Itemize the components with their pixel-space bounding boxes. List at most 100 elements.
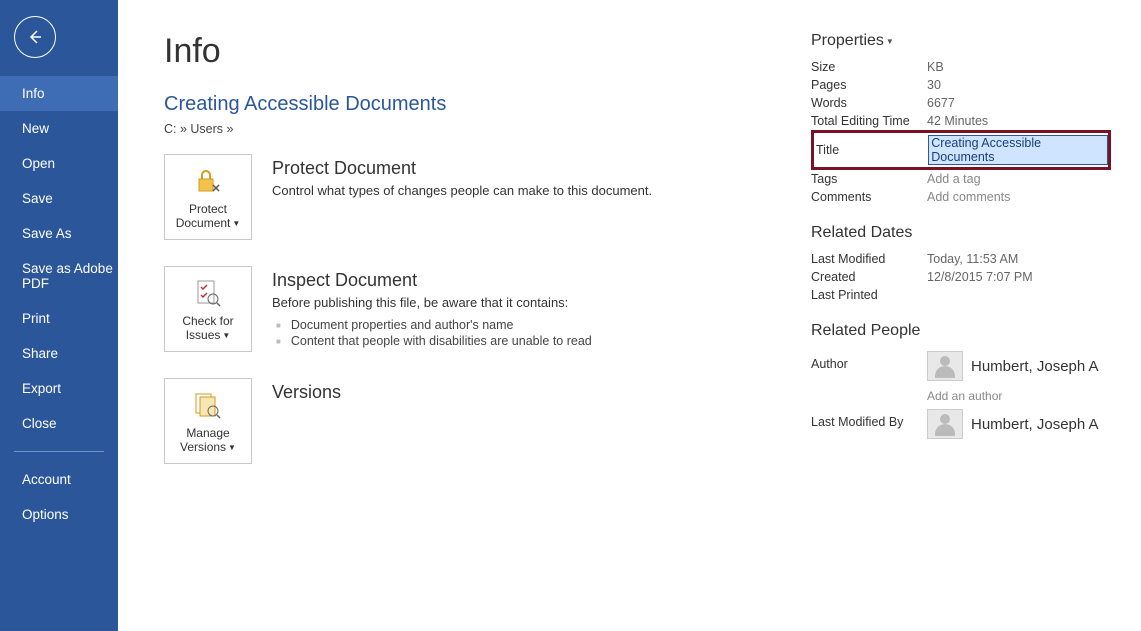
prop-label: Tags bbox=[811, 172, 927, 186]
versions-section: Manage Versions▼ Versions bbox=[164, 378, 811, 464]
properties-dropdown[interactable]: Properties▼ bbox=[811, 32, 1111, 50]
prop-value: 30 bbox=[927, 78, 941, 92]
nav-separator bbox=[14, 451, 104, 452]
backstage-view: Info New Open Save Save As Save as Adobe… bbox=[0, 0, 1141, 631]
avatar-icon bbox=[927, 409, 963, 439]
chevron-down-icon: ▼ bbox=[228, 443, 236, 453]
nav-label: Open bbox=[22, 156, 55, 171]
people-label: Last Modified By bbox=[811, 409, 927, 429]
inspect-section: Check for Issues▼ Inspect Document Befor… bbox=[164, 266, 811, 352]
nav-item-info[interactable]: Info bbox=[0, 76, 118, 111]
lock-icon bbox=[193, 164, 223, 198]
related-people-heading: Related People bbox=[811, 322, 1111, 340]
prop-row-comments: Comments Add comments bbox=[811, 188, 1111, 206]
checklist-icon bbox=[193, 276, 223, 310]
nav-item-print[interactable]: Print bbox=[0, 301, 118, 336]
nav-label: Info bbox=[22, 86, 45, 101]
document-title: Creating Accessible Documents bbox=[164, 93, 811, 116]
nav-label: Save bbox=[22, 191, 53, 206]
date-label: Created bbox=[811, 270, 927, 284]
nav-label: New bbox=[22, 121, 49, 136]
people-row-author: Author Humbert, Joseph A Add an author bbox=[811, 348, 1111, 406]
protect-heading: Protect Document bbox=[272, 158, 652, 179]
nav-label: Account bbox=[22, 472, 71, 487]
manage-versions-label: Manage Versions bbox=[180, 426, 230, 454]
date-value: 12/8/2015 7:07 PM bbox=[927, 270, 1033, 284]
prop-label: Pages bbox=[811, 78, 927, 92]
nav-label: Close bbox=[22, 416, 57, 431]
prop-label: Words bbox=[811, 96, 927, 110]
date-value: Today, 11:53 AM bbox=[927, 252, 1018, 266]
manage-versions-button[interactable]: Manage Versions▼ bbox=[164, 378, 252, 464]
date-label: Last Modified bbox=[811, 252, 927, 266]
nav-item-save-as-adobe-pdf[interactable]: Save as Adobe PDF bbox=[0, 251, 118, 301]
add-comments-link[interactable]: Add comments bbox=[927, 190, 1010, 204]
page-title: Info bbox=[164, 32, 811, 71]
date-label: Last Printed bbox=[811, 288, 927, 302]
people-label: Author bbox=[811, 351, 927, 371]
prop-row-words: Words 6677 bbox=[811, 94, 1111, 112]
inspect-bullets: Document properties and author's name Co… bbox=[276, 318, 592, 348]
date-row-last-modified: Last Modified Today, 11:53 AM bbox=[811, 250, 1111, 268]
nav-item-options[interactable]: Options bbox=[0, 497, 118, 532]
back-arrow-icon bbox=[25, 27, 45, 47]
nav-label: Print bbox=[22, 311, 50, 326]
prop-row-title: Title Creating Accessible Documents bbox=[811, 130, 1111, 170]
nav-item-export[interactable]: Export bbox=[0, 371, 118, 406]
backstage-sidebar: Info New Open Save Save As Save as Adobe… bbox=[0, 0, 118, 631]
prop-row-size: Size KB bbox=[811, 58, 1111, 76]
versions-heading: Versions bbox=[272, 382, 341, 403]
nav-item-close[interactable]: Close bbox=[0, 406, 118, 441]
info-center-column: Info Creating Accessible Documents C: » … bbox=[164, 32, 811, 631]
author-person[interactable]: Humbert, Joseph A bbox=[927, 351, 1099, 381]
related-people-section: Related People Author Humbert, Joseph A … bbox=[811, 322, 1111, 442]
inspect-bullet: Content that people with disabilities ar… bbox=[276, 334, 592, 348]
protect-section: Protect Document▼ Protect Document Contr… bbox=[164, 154, 811, 240]
inspect-desc: Before publishing this file, be aware th… bbox=[272, 295, 592, 310]
related-dates-heading: Related Dates bbox=[811, 224, 1111, 242]
check-for-issues-button[interactable]: Check for Issues▼ bbox=[164, 266, 252, 352]
prop-label: Total Editing Time bbox=[811, 114, 927, 128]
prop-label: Size bbox=[811, 60, 927, 74]
chevron-down-icon: ▼ bbox=[222, 331, 230, 341]
last-modified-by-person[interactable]: Humbert, Joseph A bbox=[927, 409, 1099, 439]
date-row-created: Created 12/8/2015 7:07 PM bbox=[811, 268, 1111, 286]
prop-row-pages: Pages 30 bbox=[811, 76, 1111, 94]
avatar-icon bbox=[927, 351, 963, 381]
chevron-down-icon: ▼ bbox=[886, 37, 894, 46]
protect-button-label: Protect Document bbox=[176, 202, 231, 230]
nav-item-save-as[interactable]: Save As bbox=[0, 216, 118, 251]
prop-label: Comments bbox=[811, 190, 927, 204]
prop-row-tags: Tags Add a tag bbox=[811, 170, 1111, 188]
nav-item-share[interactable]: Share bbox=[0, 336, 118, 371]
prop-value: KB bbox=[927, 60, 944, 74]
prop-value: 42 Minutes bbox=[927, 114, 988, 128]
add-tag-link[interactable]: Add a tag bbox=[927, 172, 981, 186]
nav-label: Save as Adobe PDF bbox=[22, 261, 113, 291]
title-input[interactable]: Creating Accessible Documents bbox=[928, 135, 1108, 165]
related-dates-section: Related Dates Last Modified Today, 11:53… bbox=[811, 224, 1111, 304]
info-main: Info Creating Accessible Documents C: » … bbox=[118, 0, 1141, 631]
date-row-last-printed: Last Printed bbox=[811, 286, 1111, 304]
nav-item-save[interactable]: Save bbox=[0, 181, 118, 216]
nav-label: Share bbox=[22, 346, 58, 361]
document-path: C: » Users » bbox=[164, 122, 811, 136]
nav-item-new[interactable]: New bbox=[0, 111, 118, 146]
last-modified-by-name: Humbert, Joseph A bbox=[971, 416, 1099, 433]
prop-value: 6677 bbox=[927, 96, 955, 110]
back-button[interactable] bbox=[14, 16, 56, 58]
nav-item-open[interactable]: Open bbox=[0, 146, 118, 181]
protect-desc: Control what types of changes people can… bbox=[272, 183, 652, 198]
prop-row-editing-time: Total Editing Time 42 Minutes bbox=[811, 112, 1111, 130]
add-author-link[interactable]: Add an author bbox=[927, 389, 1099, 403]
inspect-bullet: Document properties and author's name bbox=[276, 318, 592, 332]
author-name: Humbert, Joseph A bbox=[971, 358, 1099, 375]
protect-document-button[interactable]: Protect Document▼ bbox=[164, 154, 252, 240]
chevron-down-icon: ▼ bbox=[232, 219, 240, 229]
nav-label: Options bbox=[22, 507, 69, 522]
nav-label: Export bbox=[22, 381, 61, 396]
inspect-heading: Inspect Document bbox=[272, 270, 592, 291]
prop-label: Title bbox=[814, 143, 928, 157]
nav-label: Save As bbox=[22, 226, 72, 241]
nav-item-account[interactable]: Account bbox=[0, 462, 118, 497]
